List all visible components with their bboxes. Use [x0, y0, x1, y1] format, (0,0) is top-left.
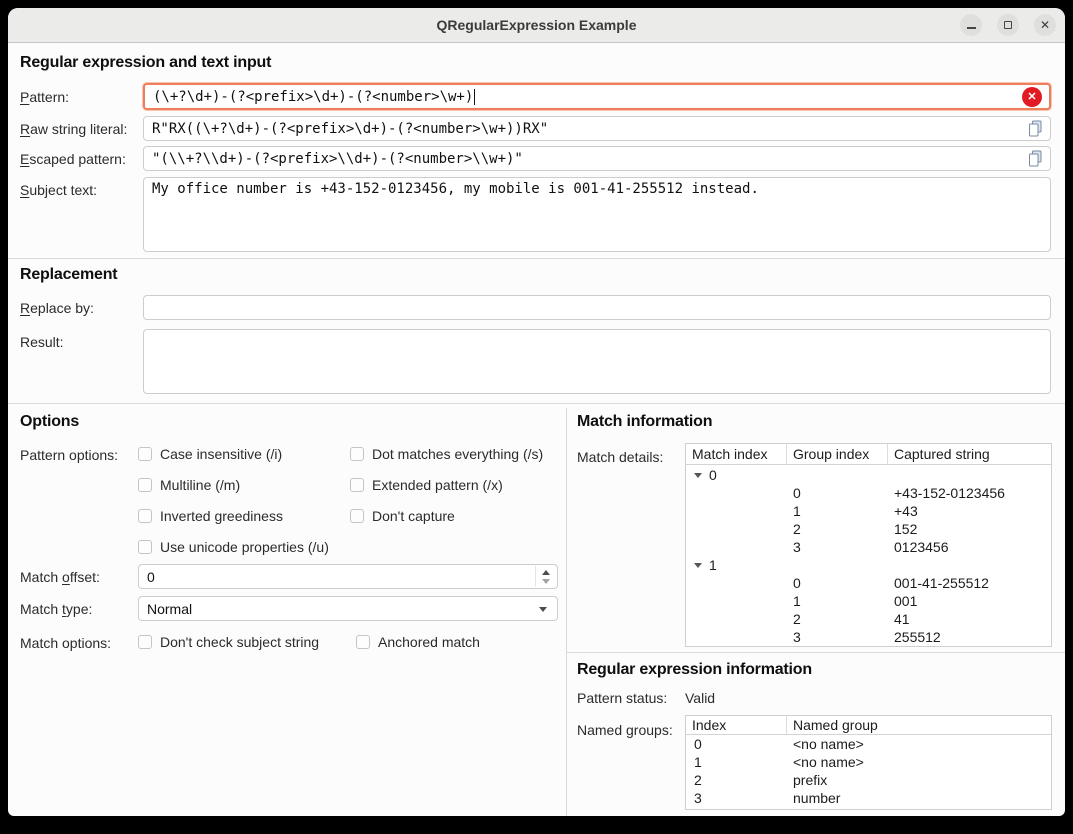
- checkbox-icon: [350, 509, 364, 523]
- minimize-button[interactable]: [960, 14, 982, 36]
- match-options-label: Match options:: [20, 635, 111, 651]
- close-button[interactable]: ✕: [1034, 14, 1056, 36]
- pattern-input[interactable]: (\+?\d+)-(?<prefix>\d+)-(?<number>\w+) ✕: [143, 83, 1051, 110]
- match-row[interactable]: 1: [686, 555, 1051, 573]
- named-group-row[interactable]: 1<no name>: [686, 753, 1051, 771]
- spin-down-icon[interactable]: [542, 579, 550, 584]
- checkbox-dot-matches-everything[interactable]: Dot matches everything (/s): [350, 446, 543, 462]
- group-row[interactable]: 241: [686, 609, 1051, 627]
- subject-text-label: Subject text:: [20, 182, 97, 198]
- checkbox-icon: [356, 635, 370, 649]
- section-heading-regex-info: Regular expression information: [577, 661, 812, 679]
- copy-raw-button[interactable]: [1026, 119, 1044, 138]
- named-group-row[interactable]: 0<no name>: [686, 735, 1051, 753]
- pattern-text: (\+?\d+)-(?<prefix>\d+)-(?<number>\w+): [153, 89, 473, 105]
- column-header-group-index[interactable]: Group index: [786, 444, 887, 464]
- named-group-row[interactable]: 2prefix: [686, 771, 1051, 789]
- column-header-match-index[interactable]: Match index: [686, 444, 786, 464]
- raw-string-label: Raw string literal:: [20, 121, 127, 137]
- maximize-icon: [1004, 21, 1012, 29]
- minimize-icon: [967, 27, 976, 29]
- text-caret: [474, 89, 475, 105]
- pattern-options-label: Pattern options:: [20, 447, 118, 463]
- named-group-row[interactable]: 3number: [686, 789, 1051, 807]
- pattern-label: Pattern:: [20, 89, 69, 105]
- escaped-pattern-input[interactable]: "(\\+?\\d+)-(?<prefix>\\d+)-(?<number>\\…: [143, 146, 1051, 171]
- chevron-down-icon: [539, 607, 547, 612]
- group-row[interactable]: 0001-41-255512: [686, 573, 1051, 591]
- checkbox-icon: [138, 447, 152, 461]
- expander-icon[interactable]: [694, 563, 702, 568]
- result-area[interactable]: [143, 329, 1051, 394]
- checkbox-case-insensitive[interactable]: Case insensitive (/i): [138, 446, 282, 462]
- group-row[interactable]: 3255512: [686, 627, 1051, 645]
- spinner-buttons[interactable]: [535, 566, 556, 587]
- column-header-captured-string[interactable]: Captured string: [887, 444, 1051, 464]
- checkbox-inverted-greediness[interactable]: Inverted greediness: [138, 508, 283, 524]
- raw-string-input[interactable]: R"RX((\+?\d+)-(?<prefix>\d+)-(?<number>\…: [143, 116, 1051, 141]
- group-row[interactable]: 1001: [686, 591, 1051, 609]
- copy-icon: [1027, 150, 1043, 168]
- match-details-label: Match details:: [577, 449, 663, 465]
- checkbox-icon: [138, 478, 152, 492]
- match-offset-spinner[interactable]: 0: [138, 564, 558, 589]
- titlebar[interactable]: QRegularExpression Example ✕: [8, 8, 1065, 43]
- named-groups-header: Index Named group: [686, 716, 1051, 735]
- column-header-named-group[interactable]: Named group: [786, 716, 1051, 734]
- match-type-dropdown[interactable]: Normal: [138, 596, 558, 621]
- escaped-pattern-label: Escaped pattern:: [20, 151, 126, 167]
- close-icon: ✕: [1040, 18, 1050, 32]
- checkbox-icon: [350, 447, 364, 461]
- section-heading-match-info: Match information: [577, 413, 712, 431]
- clear-pattern-button[interactable]: ✕: [1022, 87, 1042, 107]
- checkbox-dont-capture[interactable]: Don't capture: [350, 508, 455, 524]
- column-header-index[interactable]: Index: [686, 716, 786, 734]
- section-divider: [8, 258, 1065, 259]
- window-title: QRegularExpression Example: [437, 17, 637, 33]
- checkbox-multiline[interactable]: Multiline (/m): [138, 477, 240, 493]
- named-groups-table: Index Named group 0<no name> 1<no name> …: [685, 715, 1052, 810]
- checkbox-icon: [138, 635, 152, 649]
- checkbox-icon: [138, 509, 152, 523]
- match-table-header: Match index Group index Captured string: [686, 444, 1051, 465]
- checkbox-anchored-match[interactable]: Anchored match: [356, 634, 480, 650]
- group-row[interactable]: 2152: [686, 519, 1051, 537]
- group-row[interactable]: 30123456: [686, 537, 1051, 555]
- copy-icon: [1027, 120, 1043, 138]
- match-row[interactable]: 0: [686, 465, 1051, 483]
- replace-by-label: Replace by:: [20, 300, 94, 316]
- copy-escaped-button[interactable]: [1026, 149, 1044, 168]
- clear-icon: ✕: [1027, 90, 1036, 103]
- spin-up-icon[interactable]: [542, 570, 550, 575]
- group-row[interactable]: 1+43: [686, 501, 1051, 519]
- section-heading-replacement: Replacement: [20, 266, 117, 284]
- subject-text-area[interactable]: My office number is +43-152-0123456, my …: [143, 177, 1051, 252]
- result-label: Result:: [20, 334, 64, 350]
- column-divider: [566, 408, 567, 816]
- match-details-table: Match index Group index Captured string …: [685, 443, 1052, 647]
- named-groups-label: Named groups:: [577, 722, 673, 738]
- expander-icon[interactable]: [694, 473, 702, 478]
- section-divider: [566, 652, 1065, 653]
- main-content: Regular expression and text input Patter…: [8, 43, 1065, 816]
- match-offset-label: Match offset:: [20, 569, 100, 585]
- section-heading-options: Options: [20, 413, 79, 431]
- checkbox-icon: [350, 478, 364, 492]
- pattern-status-value: Valid: [685, 690, 715, 706]
- app-window: QRegularExpression Example ✕ Regular exp…: [8, 8, 1065, 816]
- maximize-button[interactable]: [997, 14, 1019, 36]
- checkbox-icon: [138, 540, 152, 554]
- checkbox-dont-check-subject[interactable]: Don't check subject string: [138, 634, 319, 650]
- section-divider: [8, 403, 1065, 404]
- replace-by-input[interactable]: [143, 295, 1051, 320]
- checkbox-unicode-properties[interactable]: Use unicode properties (/u): [138, 539, 329, 555]
- match-type-label: Match type:: [20, 601, 92, 617]
- section-heading-input: Regular expression and text input: [20, 54, 271, 72]
- window-controls: ✕: [960, 14, 1056, 36]
- pattern-status-label: Pattern status:: [577, 690, 667, 706]
- group-row[interactable]: 0+43-152-0123456: [686, 483, 1051, 501]
- checkbox-extended-pattern[interactable]: Extended pattern (/x): [350, 477, 503, 493]
